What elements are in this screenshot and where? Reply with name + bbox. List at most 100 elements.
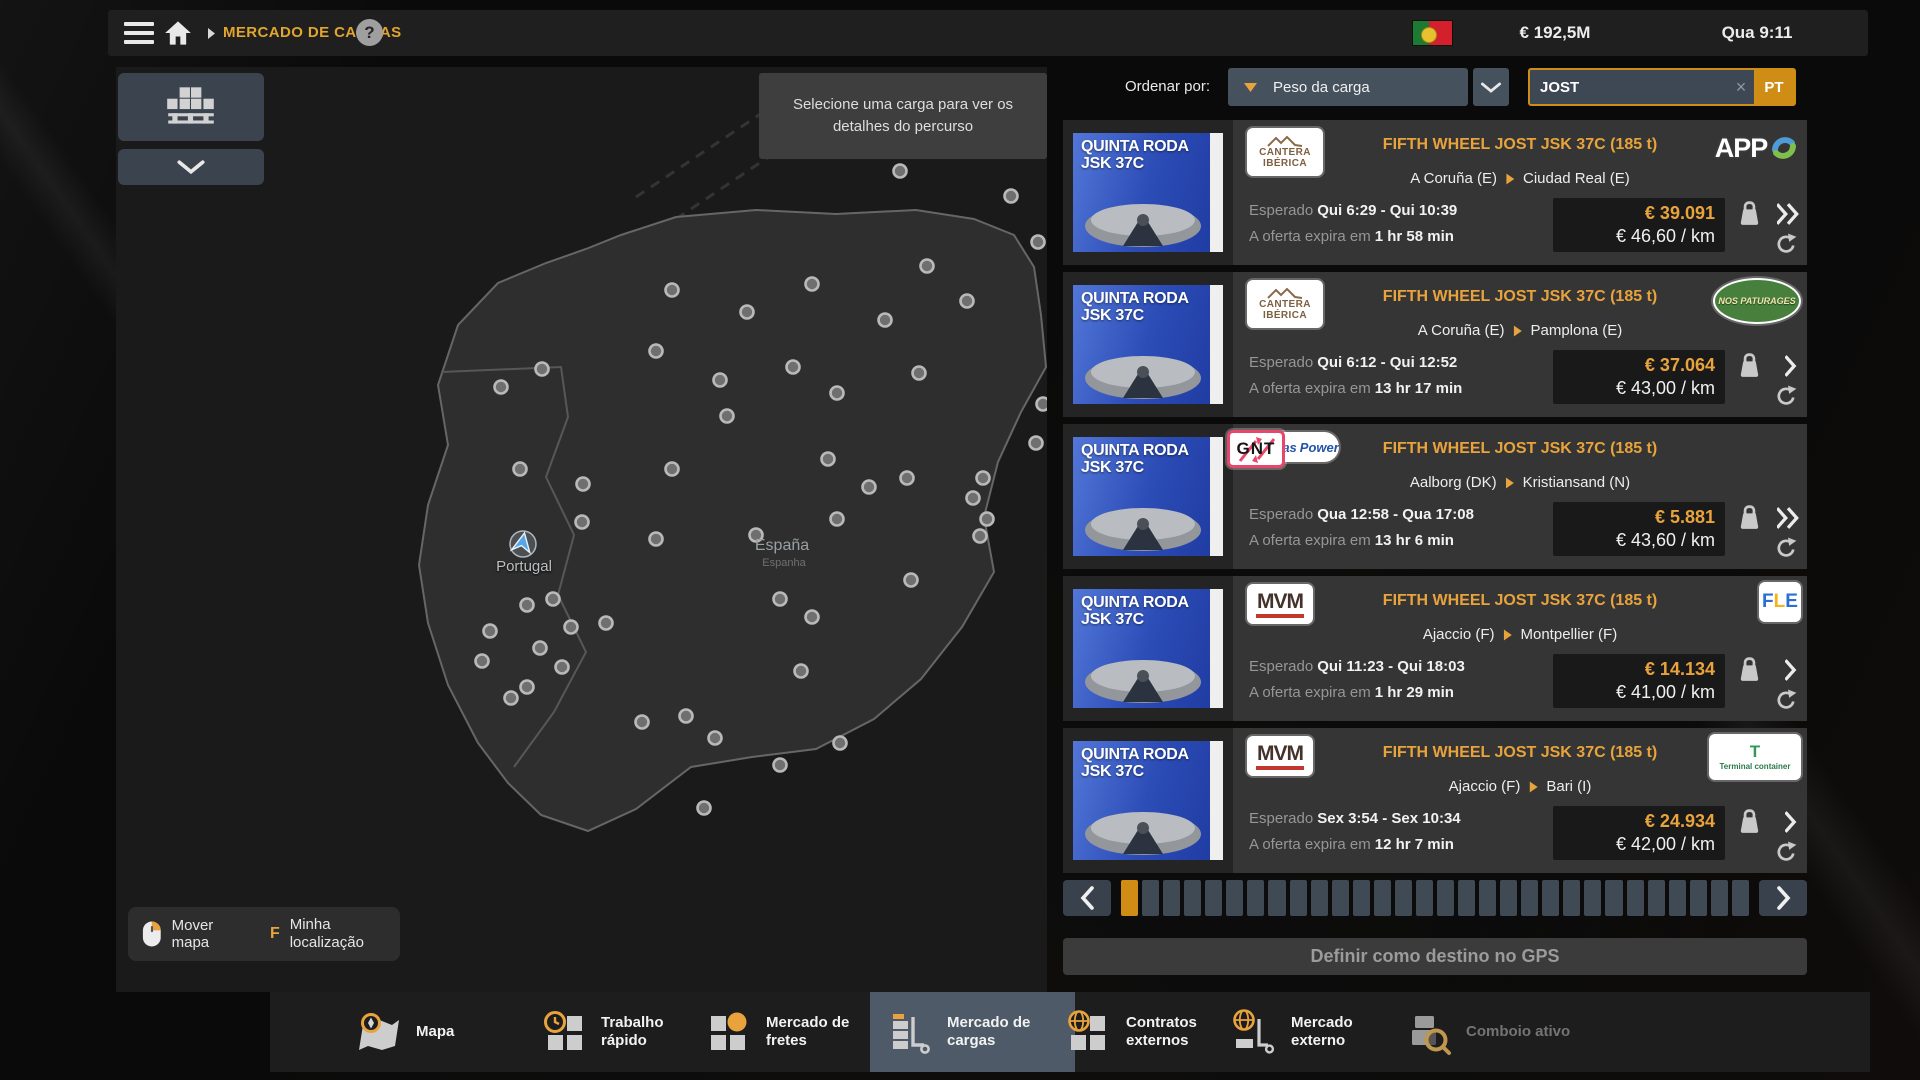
set-gps-destination-button[interactable]: Definir como destino no GPS — [1063, 938, 1807, 975]
nav-mapa[interactable]: Mapa — [355, 992, 454, 1072]
city-dot-marker — [795, 665, 808, 678]
urgency-icon — [1777, 506, 1799, 530]
page-segment[interactable] — [1205, 880, 1222, 916]
page-segment[interactable] — [1542, 880, 1559, 916]
search-input[interactable] — [1530, 70, 1728, 104]
cargo-offer-row[interactable]: QUINTA RODAJSK 37C FIFTH WHEEL JOST JSK … — [1063, 576, 1807, 721]
city-dot-marker — [556, 661, 569, 674]
photo-edge — [1210, 133, 1223, 252]
city-dot-marker — [981, 513, 994, 526]
page-segment[interactable] — [1184, 880, 1201, 916]
cargo-photo: QUINTA RODAJSK 37C — [1073, 133, 1223, 252]
page-segment[interactable] — [1648, 880, 1665, 916]
cargo-offer-row[interactable]: QUINTA RODAJSK 37C FIFTH WHEEL JOST JSK … — [1063, 272, 1807, 417]
page-segment[interactable] — [1669, 880, 1686, 916]
city-dot-marker — [863, 481, 876, 494]
page-segment[interactable] — [1690, 880, 1707, 916]
cargo-weight-icon — [1736, 808, 1763, 835]
page-segment[interactable] — [1711, 880, 1728, 916]
page-segment[interactable] — [1584, 880, 1601, 916]
map-panel[interactable]: España Espanha Portugal Selecione uma ca… — [116, 67, 1047, 992]
page-segment[interactable] — [1311, 880, 1328, 916]
page-segment[interactable] — [1416, 880, 1433, 916]
nav-label: Mercado externo — [1291, 1014, 1403, 1049]
page-segment[interactable] — [1605, 880, 1622, 916]
sort-dropdown[interactable]: Peso da carga — [1228, 68, 1468, 106]
page-segment[interactable] — [1479, 880, 1496, 916]
quick-job-icon — [540, 1008, 588, 1056]
chevron-down-icon — [1480, 81, 1502, 94]
cargo-overview-button[interactable] — [118, 73, 264, 141]
cargo-weight-icon — [1736, 656, 1763, 683]
urgency-icon — [1785, 658, 1799, 682]
page-segment[interactable] — [1332, 880, 1349, 916]
nav-mercado-de-fretes[interactable]: Mercado de fretes — [705, 992, 878, 1072]
page-segment[interactable] — [1163, 880, 1180, 916]
company-logo-mvm: MVM — [1247, 736, 1313, 776]
city-dot-marker — [1030, 437, 1043, 450]
cargo-title: FIFTH WHEEL JOST JSK 37C (185 t) — [1383, 136, 1657, 154]
game-clock: Qua 9:11 — [1722, 23, 1793, 43]
page-segment[interactable] — [1395, 880, 1412, 916]
clear-search-icon[interactable]: × — [1728, 70, 1754, 104]
cargo-route: A Coruña (E) Pamplona (E) — [1418, 322, 1622, 339]
route-origin: A Coruña (E) — [1410, 170, 1497, 187]
page-segment[interactable] — [1290, 880, 1307, 916]
collapse-panel-button[interactable] — [118, 149, 264, 185]
pallet-icon — [162, 84, 220, 130]
page-segment[interactable] — [1121, 880, 1138, 916]
page-segment[interactable] — [1627, 880, 1644, 916]
nav-mercado-externo[interactable]: Mercado externo — [1230, 992, 1403, 1072]
next-page-button[interactable] — [1759, 880, 1807, 916]
city-dot-marker — [698, 802, 711, 815]
page-segment[interactable] — [1521, 880, 1538, 916]
page-segment[interactable] — [1247, 880, 1264, 916]
nav-mercado-de-cargas[interactable]: Mercado de cargas — [870, 992, 1075, 1072]
fifth-wheel-image — [1079, 502, 1207, 554]
cargo-photo: QUINTA RODAJSK 37C — [1073, 285, 1223, 404]
page-segment[interactable] — [1353, 880, 1370, 916]
cargo-thumbnail: QUINTA RODAJSK 37C — [1063, 272, 1233, 417]
cargo-photo-label: QUINTA RODAJSK 37C — [1081, 747, 1189, 781]
page-segment[interactable] — [1374, 880, 1391, 916]
menu-icon[interactable] — [124, 22, 154, 44]
page-segment[interactable] — [1732, 880, 1749, 916]
offer-expires: A oferta expira em13 hr 6 min — [1249, 532, 1454, 549]
cargo-offer-row[interactable]: QUINTA RODAJSK 37C FIFTH WHEEL JOST JSK … — [1063, 728, 1807, 873]
nav-trabalho-rapido[interactable]: Trabalho rápido — [540, 992, 713, 1072]
weight-icon-slot — [1736, 504, 1763, 536]
page-segment[interactable] — [1142, 880, 1159, 916]
nav-contratos-externos[interactable]: Contratos externos — [1065, 992, 1238, 1072]
page-segment[interactable] — [1500, 880, 1517, 916]
price-per-km: € 43,60 / km — [1563, 530, 1715, 551]
home-icon[interactable] — [164, 20, 192, 46]
nav-label: Trabalho rápido — [601, 1014, 713, 1049]
company-logo-terminal-container: TTerminal container — [1709, 734, 1801, 780]
cargo-offer-row[interactable]: QUINTA RODAJSK 37C FIFTH WHEEL JOST JSK … — [1063, 424, 1807, 569]
city-dot-marker — [774, 759, 787, 772]
route-origin: A Coruña (E) — [1418, 322, 1505, 339]
urgency-icon-slot — [1785, 354, 1799, 383]
route-destination: Bari (I) — [1546, 778, 1591, 795]
page-segment[interactable] — [1437, 880, 1454, 916]
cargo-price: € 24.934 — [1563, 811, 1715, 832]
page-segment[interactable] — [1226, 880, 1243, 916]
city-dot-marker — [666, 463, 679, 476]
expected-time: EsperadoQua 12:58 - Qua 17:08 — [1249, 506, 1474, 523]
cargo-title: FIFTH WHEEL JOST JSK 37C (185 t) — [1383, 440, 1657, 458]
nav-comboio-ativo[interactable]: Comboio ativo — [1405, 992, 1570, 1072]
map-icon — [355, 1008, 403, 1056]
page-segment[interactable] — [1268, 880, 1285, 916]
chevron-down-icon — [176, 159, 206, 175]
mountain-icon — [1267, 288, 1303, 299]
search-language-button[interactable]: PT — [1754, 70, 1794, 104]
previous-page-button[interactable] — [1063, 880, 1111, 916]
cargo-thumbnail: QUINTA RODAJSK 37C — [1063, 424, 1233, 569]
portugal-flag-icon[interactable] — [1412, 20, 1453, 46]
bottom-navigation: Mapa Trabalho rápido Mercado de fretes M… — [270, 992, 1870, 1072]
cargo-offer-row[interactable]: QUINTA RODAJSK 37C FIFTH WHEEL JOST JSK … — [1063, 120, 1807, 265]
page-segment[interactable] — [1458, 880, 1475, 916]
page-segment[interactable] — [1563, 880, 1580, 916]
sort-dropdown-open-button[interactable] — [1473, 68, 1509, 106]
help-icon[interactable]: ? — [356, 19, 383, 46]
